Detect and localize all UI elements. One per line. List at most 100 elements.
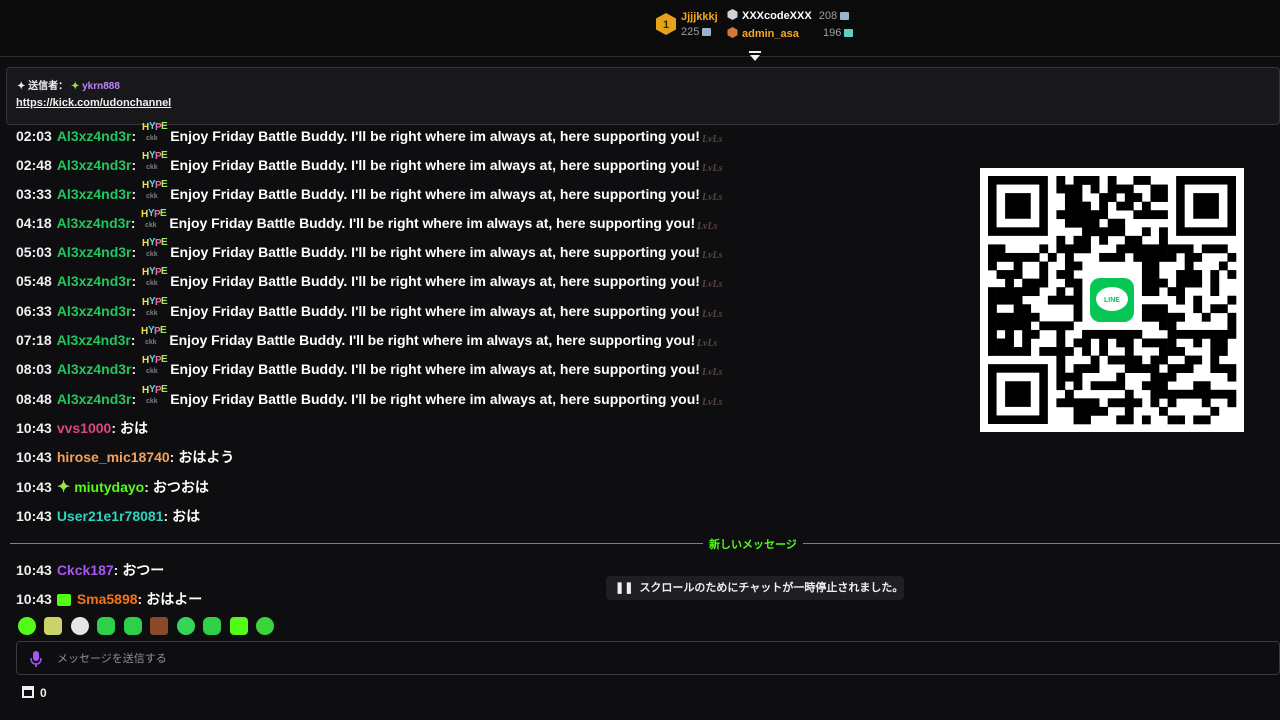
qr-module — [1141, 227, 1151, 237]
emote-icon[interactable] — [176, 617, 195, 635]
message-username[interactable]: Al3xz4nd3r — [57, 157, 132, 173]
qr-module — [1159, 321, 1168, 331]
microphone-icon[interactable] — [29, 650, 43, 668]
message-username[interactable]: miutydayo — [74, 479, 144, 495]
store-icon[interactable] — [22, 686, 34, 698]
message-colon: : — [130, 215, 136, 231]
qr-module — [1193, 415, 1203, 425]
qr-module — [1073, 261, 1083, 271]
qr-module — [1073, 176, 1083, 185]
qr-module — [1107, 218, 1117, 228]
qr-module — [1124, 338, 1134, 348]
qr-module — [1056, 372, 1066, 382]
chat-message: 02:48 Al3xz4nd3r: H Y P Eckk Enjoy Friday Batt… — [16, 150, 730, 175]
qr-module — [1056, 287, 1066, 297]
qr-module — [1064, 244, 1074, 254]
qr-module — [1218, 338, 1228, 348]
qr-module — [988, 252, 997, 262]
qr-module — [1167, 252, 1177, 262]
emote-icon[interactable] — [150, 617, 169, 635]
qr-module — [1047, 321, 1057, 331]
qr-module — [1227, 398, 1237, 408]
svg-text:LvLs: LvLs — [701, 397, 723, 408]
qr-module — [1124, 406, 1134, 416]
bronze-medal-icon — [727, 27, 738, 38]
message-username[interactable]: Al3xz4nd3r — [57, 273, 132, 289]
emote-icon[interactable] — [229, 617, 248, 635]
chat-message: 10:43 vvs1000: おは — [16, 418, 148, 438]
message-text: おつー — [122, 562, 165, 578]
message-username[interactable]: hirose_mic18740 — [57, 449, 170, 465]
hype-emote-icon: H Y P Eckk — [142, 266, 168, 287]
emote-icon[interactable] — [256, 617, 275, 635]
message-username[interactable]: Al3xz4nd3r — [57, 244, 132, 260]
qr-module — [996, 270, 1006, 279]
qr-module — [1184, 389, 1194, 399]
qr-module — [1218, 261, 1228, 271]
leaderboard-first-name[interactable]: Jjjjkkkj — [681, 11, 718, 23]
emote-bar — [18, 617, 278, 637]
pinned-sender-name[interactable]: ykrn888 — [82, 81, 120, 92]
message-username[interactable]: Sma5898 — [77, 591, 138, 607]
qr-module — [1107, 252, 1117, 262]
message-username[interactable]: Al3xz4nd3r — [57, 215, 131, 231]
leaderboard-third-name[interactable]: admin_asa — [742, 28, 799, 40]
emote-icon[interactable] — [70, 617, 89, 635]
emote-icon[interactable] — [18, 617, 36, 635]
qr-module — [1150, 193, 1160, 202]
leaderboard-second-name[interactable]: XXXcodeXXX — [742, 10, 812, 22]
qr-module — [1116, 252, 1126, 262]
emote-icon[interactable] — [97, 617, 116, 635]
qr-module — [1056, 347, 1066, 356]
qr-module — [1056, 184, 1066, 194]
message-username[interactable]: Al3xz4nd3r — [57, 186, 132, 202]
message-username[interactable]: Al3xz4nd3r — [57, 391, 132, 407]
qr-module — [1030, 329, 1040, 339]
emote-icon[interactable] — [203, 617, 222, 635]
message-username[interactable]: User21e1r78081 — [57, 508, 164, 524]
message-username[interactable]: Al3xz4nd3r — [57, 128, 132, 144]
line-qr-code[interactable]: LINE — [980, 168, 1244, 432]
chat-message: 10:43 Sma5898: おはよー — [16, 589, 202, 609]
qr-module — [1133, 329, 1143, 339]
message-username[interactable]: Ckck187 — [57, 562, 114, 578]
qr-module — [1064, 261, 1074, 271]
qr-module — [1218, 389, 1228, 399]
svg-text:ckk: ckk — [146, 164, 158, 171]
qr-module — [1193, 304, 1203, 314]
message-username[interactable]: vvs1000 — [57, 420, 112, 436]
pinned-link[interactable]: https://kick.com/udonchannel — [16, 97, 171, 109]
message-colon: : — [137, 591, 143, 607]
qr-module — [988, 295, 997, 305]
qr-module — [1116, 329, 1126, 339]
qr-module — [1064, 201, 1074, 211]
svg-text:E: E — [161, 296, 168, 307]
chat-paused-notice[interactable]: ❚❚ スクロールのためにチャットが一時停止されました。 — [606, 576, 904, 600]
qr-module — [1090, 227, 1100, 237]
qr-module — [1073, 415, 1083, 425]
chat-message: 06:33 Al3xz4nd3r: H Y P Eckk Enjoy Friday Batt… — [16, 296, 730, 321]
svg-text:LvLs: LvLs — [701, 309, 723, 320]
qr-module — [1082, 406, 1091, 416]
collapse-icon[interactable] — [748, 50, 762, 62]
qr-module — [1022, 278, 1032, 288]
chat-message: 05:48 Al3xz4nd3r: H Y P Eckk Enjoy Friday Batt… — [16, 266, 730, 291]
qr-module — [1082, 244, 1091, 254]
qr-module — [1030, 252, 1040, 262]
emote-icon[interactable] — [123, 617, 142, 635]
chat-message: 08:03 Al3xz4nd3r: H Y P Eckk Enjoy Friday Batt… — [16, 354, 730, 379]
svg-text:E: E — [161, 354, 168, 365]
emote-icon[interactable] — [44, 617, 63, 635]
qr-finder — [1005, 193, 1031, 219]
qr-module — [1099, 227, 1109, 237]
qr-module — [1039, 270, 1049, 279]
chat-input[interactable] — [55, 650, 959, 668]
message-username[interactable]: Al3xz4nd3r — [57, 361, 132, 377]
qr-module — [1150, 252, 1160, 262]
qr-module — [1013, 270, 1023, 279]
message-colon: : — [131, 273, 137, 289]
message-username[interactable]: Al3xz4nd3r — [57, 332, 131, 348]
qr-module — [1159, 235, 1168, 245]
qr-module — [988, 312, 997, 322]
message-username[interactable]: Al3xz4nd3r — [57, 303, 132, 319]
